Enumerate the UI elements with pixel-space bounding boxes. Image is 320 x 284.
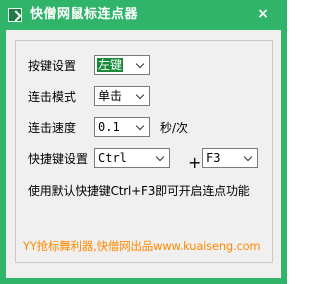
hotkey-key-select[interactable]: F3 (202, 148, 258, 168)
click-speed-value: 0.1 (98, 120, 120, 134)
chevron-down-icon (137, 61, 145, 69)
settings-group: 按键设置 左键 连击模式 单击 连击速度 0.1 秒/次 快捷键设置 Ctrl (15, 40, 273, 263)
hotkey-label: 快捷键设置 (28, 152, 89, 166)
app-window: 快僧网鼠标连点器 × 按键设置 左键 连击模式 单击 连击速度 0.1 秒/次 (0, 0, 287, 284)
footer-credit: YY抢标舞利器,快僧网出品www.kuaiseng.com (23, 239, 261, 253)
hotkey-key-value: F3 (206, 151, 221, 165)
title-bar[interactable]: 快僧网鼠标连点器 × (0, 0, 287, 30)
window-title: 快僧网鼠标连点器 (30, 7, 139, 22)
chevron-down-icon (137, 92, 145, 100)
hint-text: 使用默认快捷键Ctrl+F3即可开启连点功能 (28, 184, 250, 198)
plus-sign: + (188, 153, 202, 172)
click-speed-unit: 秒/次 (160, 121, 189, 135)
button-setting-select[interactable]: 左键 (94, 55, 150, 75)
click-mode-label: 连击模式 (28, 90, 77, 104)
hotkey-modifier-value: Ctrl (98, 151, 127, 165)
button-setting-label: 按键设置 (28, 59, 77, 73)
app-icon (8, 8, 22, 22)
button-setting-value: 左键 (97, 58, 124, 72)
chevron-down-icon (137, 123, 145, 131)
click-speed-label: 连击速度 (28, 121, 77, 135)
click-mode-select[interactable]: 单击 (94, 86, 150, 106)
chevron-down-icon (157, 154, 165, 162)
click-speed-select[interactable]: 0.1 (94, 117, 150, 137)
click-mode-value: 单击 (98, 89, 123, 103)
chevron-down-icon (245, 154, 253, 162)
hotkey-modifier-select[interactable]: Ctrl (94, 148, 170, 168)
close-icon[interactable]: × (255, 7, 271, 21)
client-area: 按键设置 左键 连击模式 单击 连击速度 0.1 秒/次 快捷键设置 Ctrl (6, 30, 281, 278)
